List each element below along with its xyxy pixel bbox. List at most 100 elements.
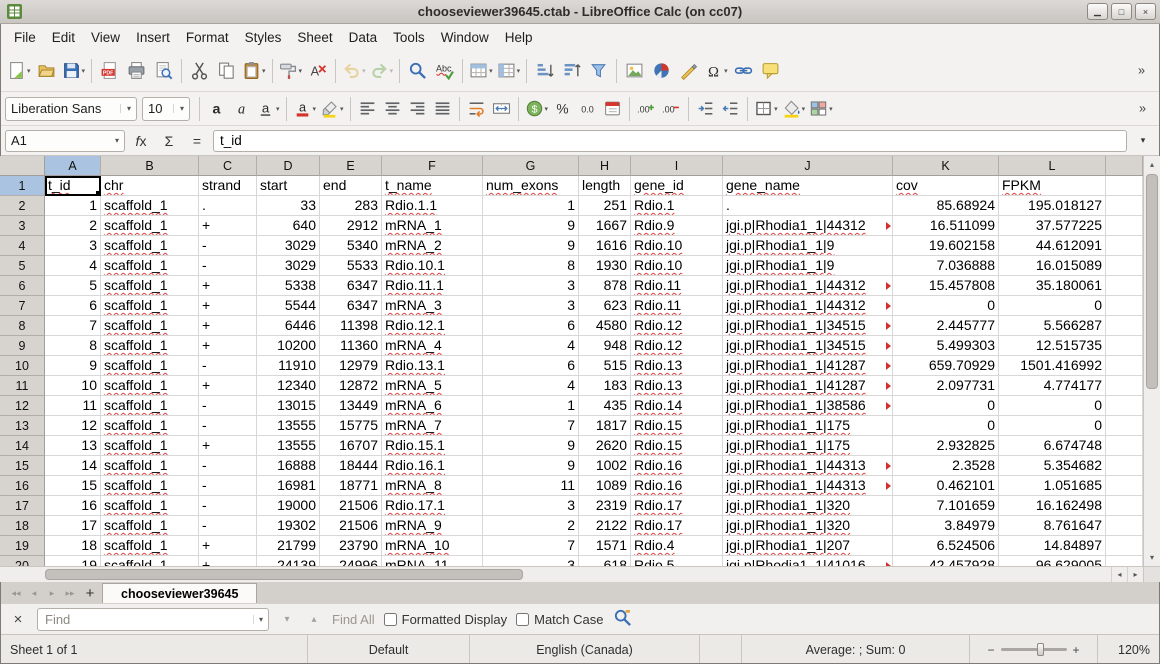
cell-E3[interactable]: 2912	[320, 216, 382, 236]
cell-partial-16[interactable]	[1106, 476, 1143, 496]
cell-I4[interactable]: Rdio.10	[631, 236, 723, 256]
cell-E18[interactable]: 21506	[320, 516, 382, 536]
cell-J9[interactable]: jgi.p|Rhodia1_1|34515	[723, 336, 893, 356]
decrease-indent-button[interactable]	[718, 96, 743, 122]
cell-B9[interactable]: scaffold_1	[101, 336, 199, 356]
align-right-button[interactable]	[405, 96, 430, 122]
cell-H20[interactable]: 618	[579, 556, 631, 566]
cell-partial-5[interactable]	[1106, 256, 1143, 276]
cell-K17[interactable]: 7.101659	[893, 496, 999, 516]
column-header-I[interactable]: I	[631, 156, 723, 176]
cell-D8[interactable]: 6446	[257, 316, 320, 336]
row-header-11[interactable]: 11	[0, 376, 45, 396]
cell-B20[interactable]: scaffold_1	[101, 556, 199, 566]
cell-G9[interactable]: 4	[483, 336, 579, 356]
cell-E20[interactable]: 24996	[320, 556, 382, 566]
cell-partial-7[interactable]	[1106, 296, 1143, 316]
cell-E5[interactable]: 5533	[320, 256, 382, 276]
cell-C11[interactable]: +	[199, 376, 257, 396]
sheet-tab-chooseviewer39645[interactable]: chooseviewer39645	[102, 583, 257, 603]
cell-D11[interactable]: 12340	[257, 376, 320, 396]
cell-B4[interactable]: scaffold_1	[101, 236, 199, 256]
sum-icon[interactable]: Σ	[157, 130, 181, 152]
add-sheet-button[interactable]: +	[80, 584, 100, 603]
insert-hyperlink-button[interactable]	[730, 57, 757, 85]
cell-E2[interactable]: 283	[320, 196, 382, 216]
align-justify-button[interactable]	[430, 96, 455, 122]
match-case-option[interactable]: Match Case	[516, 612, 603, 627]
menu-file[interactable]: File	[6, 27, 44, 48]
row-header-6[interactable]: 6	[0, 276, 45, 296]
cell-L1[interactable]: FPKM	[999, 176, 1106, 196]
cell-C3[interactable]: +	[199, 216, 257, 236]
cell-H8[interactable]: 4580	[579, 316, 631, 336]
cell-F11[interactable]: mRNA_5	[382, 376, 483, 396]
find-and-replace-button[interactable]	[404, 57, 431, 85]
row-header-12[interactable]: 12	[0, 396, 45, 416]
export-pdf-button[interactable]: PDF	[96, 57, 123, 85]
row-header-10[interactable]: 10	[0, 356, 45, 376]
row-header-18[interactable]: 18	[0, 516, 45, 536]
first-sheet-icon[interactable]: ◂◂	[8, 584, 24, 603]
cell-I13[interactable]: Rdio.15	[631, 416, 723, 436]
cell-L11[interactable]: 4.774177	[999, 376, 1106, 396]
formatted-display-checkbox[interactable]	[384, 613, 397, 626]
cell-B12[interactable]: scaffold_1	[101, 396, 199, 416]
row-header-20[interactable]: 20	[0, 556, 45, 566]
font-color-button[interactable]: a▾	[291, 96, 319, 122]
cell-E10[interactable]: 12979	[320, 356, 382, 376]
cell-D16[interactable]: 16981	[257, 476, 320, 496]
cell-G19[interactable]: 7	[483, 536, 579, 556]
cell-K18[interactable]: 3.84979	[893, 516, 999, 536]
cell-E16[interactable]: 18771	[320, 476, 382, 496]
cell-E11[interactable]: 12872	[320, 376, 382, 396]
cell-C1[interactable]: strand	[199, 176, 257, 196]
cell-I8[interactable]: Rdio.12	[631, 316, 723, 336]
clone-formatting-button[interactable]: ▾	[277, 57, 305, 85]
cell-L3[interactable]: 37.577225	[999, 216, 1106, 236]
cell-I18[interactable]: Rdio.17	[631, 516, 723, 536]
cell-D17[interactable]: 19000	[257, 496, 320, 516]
cell-E9[interactable]: 11360	[320, 336, 382, 356]
borders-button[interactable]: ▾	[752, 96, 780, 122]
cell-K13[interactable]: 0	[893, 416, 999, 436]
cell-J4[interactable]: jgi.p|Rhodia1_1|9	[723, 236, 893, 256]
cell-G4[interactable]: 9	[483, 236, 579, 256]
cell-E13[interactable]: 15775	[320, 416, 382, 436]
titlebar[interactable]: chooseviewer39645.ctab - LibreOffice Cal…	[0, 0, 1160, 24]
cell-E8[interactable]: 11398	[320, 316, 382, 336]
function-wizard-icon[interactable]: fx	[129, 130, 153, 152]
cell-D12[interactable]: 13015	[257, 396, 320, 416]
cell-B6[interactable]: scaffold_1	[101, 276, 199, 296]
cell-A3[interactable]: 2	[45, 216, 101, 236]
row-header-2[interactable]: 2	[0, 196, 45, 216]
maximize-button[interactable]: □	[1111, 3, 1132, 20]
cell-partial-4[interactable]	[1106, 236, 1143, 256]
cell-L2[interactable]: 195.018127	[999, 196, 1106, 216]
cell-J8[interactable]: jgi.p|Rhodia1_1|34515	[723, 316, 893, 336]
cell-I5[interactable]: Rdio.10	[631, 256, 723, 276]
row-header-7[interactable]: 7	[0, 296, 45, 316]
column-header-B[interactable]: B	[101, 156, 199, 176]
cell-I11[interactable]: Rdio.13	[631, 376, 723, 396]
cell-partial-8[interactable]	[1106, 316, 1143, 336]
cell-partial-6[interactable]	[1106, 276, 1143, 296]
cell-C10[interactable]: -	[199, 356, 257, 376]
column-header-J[interactable]: J	[723, 156, 893, 176]
row-header-14[interactable]: 14	[0, 436, 45, 456]
cell-H16[interactable]: 1089	[579, 476, 631, 496]
overflow-chevron-button[interactable]: »	[1130, 96, 1155, 122]
cell-L6[interactable]: 35.180061	[999, 276, 1106, 296]
cell-K1[interactable]: cov	[893, 176, 999, 196]
column-header-K[interactable]: K	[893, 156, 999, 176]
cell-partial-9[interactable]	[1106, 336, 1143, 356]
cell-A18[interactable]: 17	[45, 516, 101, 536]
cell-F19[interactable]: mRNA_10	[382, 536, 483, 556]
row-header-1[interactable]: 1	[0, 176, 45, 196]
cell-L7[interactable]: 0	[999, 296, 1106, 316]
menu-sheet[interactable]: Sheet	[289, 27, 340, 48]
cell-A4[interactable]: 3	[45, 236, 101, 256]
cell-J3[interactable]: jgi.p|Rhodia1_1|44312	[723, 216, 893, 236]
cell-A6[interactable]: 5	[45, 276, 101, 296]
vertical-scrollbar[interactable]: ▴ ▾	[1143, 156, 1160, 566]
